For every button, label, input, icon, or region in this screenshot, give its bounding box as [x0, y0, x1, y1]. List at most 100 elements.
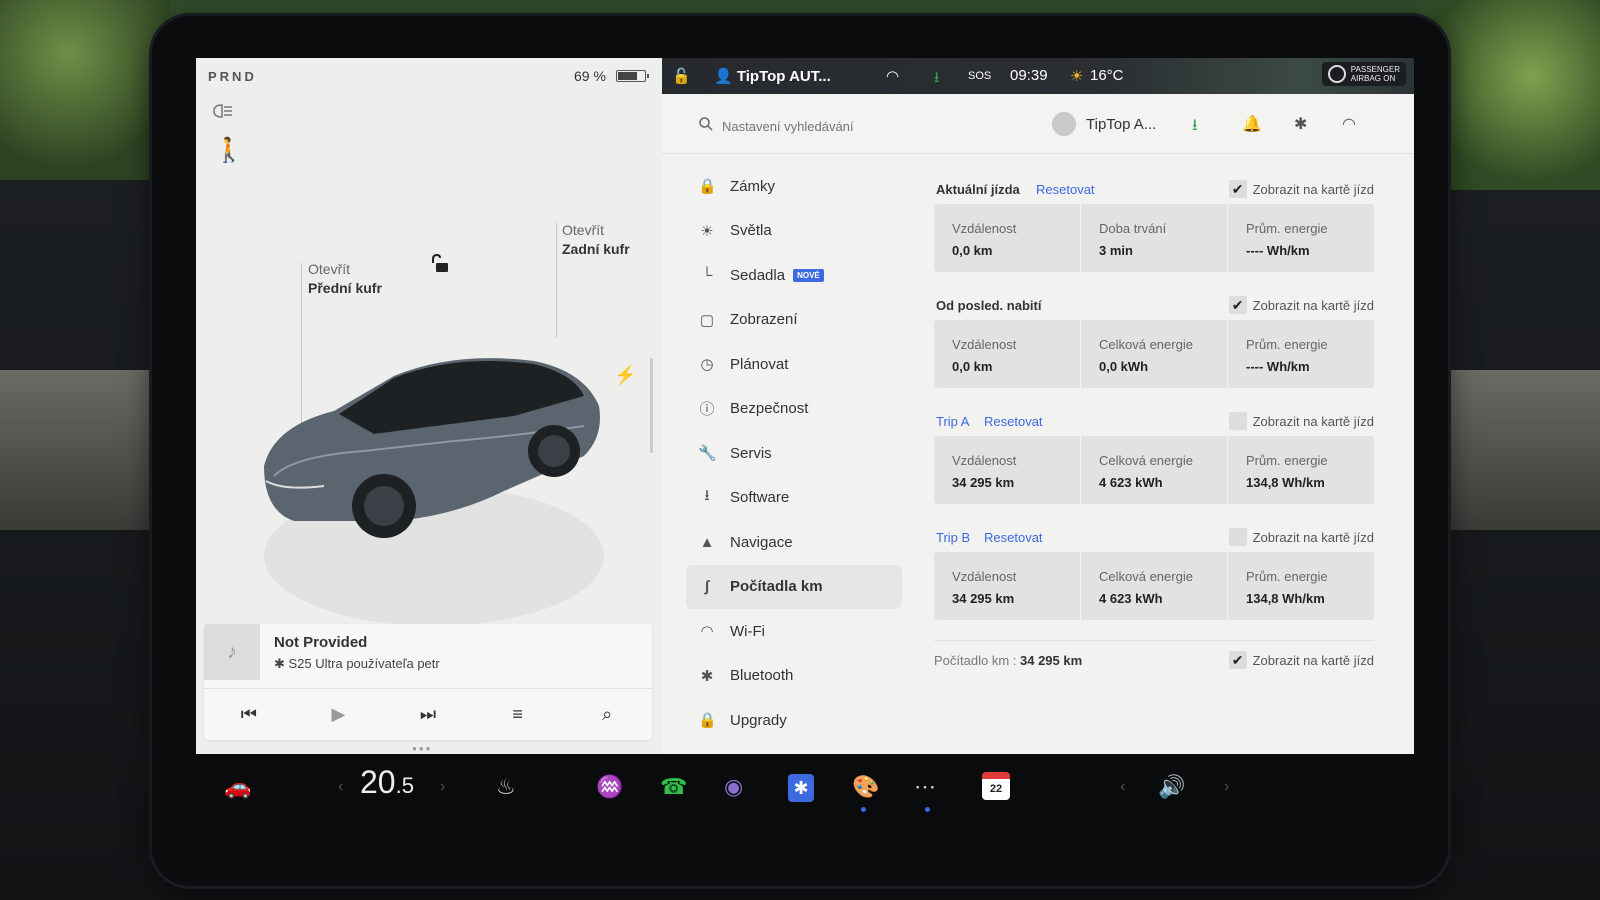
previous-track-icon[interactable]: ⏮: [234, 704, 264, 725]
menu-item-2[interactable]: └ Sedadla NOVÉ: [686, 253, 902, 298]
trip-section-header: Trip A Resetovat Zobrazit na kartě jízd: [934, 408, 1374, 436]
trip-title: Aktuální jízda: [936, 182, 1020, 197]
person-icon: 👤: [714, 68, 737, 85]
wifi-header-icon[interactable]: ◠: [1342, 114, 1356, 134]
trip-stat: Prům. energie 134,8 Wh/km: [1228, 436, 1374, 504]
schedule-icon: ◷: [700, 356, 714, 374]
menu-item-8[interactable]: ▲ Navigace: [686, 520, 902, 565]
equalizer-icon[interactable]: ≡: [503, 704, 533, 725]
play-icon[interactable]: ▶: [323, 704, 353, 725]
menu-item-11[interactable]: ✱ Bluetooth: [686, 654, 902, 699]
menu-item-0[interactable]: 🔒 Zámky: [686, 164, 902, 209]
frunk-action-label: Otevřít: [308, 261, 351, 277]
media-source-label: S25 Ultra používateľa petr: [288, 656, 440, 671]
odometer-label: Počítadlo km :: [934, 653, 1017, 668]
stat-value: ---- Wh/km: [1246, 243, 1310, 258]
display-icon: ▢: [699, 311, 715, 329]
trip-stats: Vzdálenost 34 295 km Celková energie 4 623 …: [934, 552, 1374, 620]
software-download-icon[interactable]: ⭳: [1192, 114, 1198, 141]
checkbox-icon: [1228, 412, 1247, 430]
unlock-icon[interactable]: [430, 254, 450, 274]
menu-item-5[interactable]: ⓘ Bezpečnost: [686, 387, 902, 432]
volume-increase-icon[interactable]: ›: [1224, 778, 1229, 796]
menu-item-1[interactable]: ☀ Světla: [686, 209, 902, 254]
profile-status[interactable]: 👤 TipTop AUT...: [714, 67, 831, 85]
active-app-dot: [861, 807, 866, 812]
sos-button[interactable]: SOS: [968, 70, 991, 82]
lock-status-icon[interactable]: 🔓: [672, 67, 691, 85]
more-apps-icon[interactable]: ⋯: [914, 774, 936, 800]
stat-label: Vzdálenost: [952, 337, 1017, 352]
calendar-icon[interactable]: 22: [982, 772, 1010, 800]
trip-stat: Vzdálenost 34 295 km: [934, 552, 1081, 620]
menu-item-3[interactable]: ▢ Zobrazení: [686, 298, 902, 343]
seat-icon: └: [701, 266, 713, 284]
bluetooth-app-icon[interactable]: ✱: [788, 774, 814, 802]
reset-button[interactable]: Resetovat: [984, 414, 1043, 429]
seat-heater-icon[interactable]: ♨: [496, 774, 516, 800]
background-foliage-left: [0, 0, 170, 180]
settings-header: TipTop A... ⭳ 🔔 ✱ ◠: [662, 94, 1414, 154]
trips-icon: ∫: [704, 578, 710, 596]
open-trunk-button[interactable]: Otevřít Zadní kufr: [562, 221, 630, 259]
bluetooth-header-icon[interactable]: ✱: [1294, 114, 1307, 134]
trip-stats: Vzdálenost 34 295 km Celková energie 4 623 …: [934, 436, 1374, 504]
trip-stat: Vzdálenost 34 295 km: [934, 436, 1081, 504]
touchscreen: PRND 69 % 🚶 Otevřít Přední kufr Otevřít …: [196, 58, 1414, 754]
trip-stats: Vzdálenost 0,0 km Celková energie 0,0 kWh Pr…: [934, 320, 1374, 388]
download-icon[interactable]: ⭳: [934, 67, 939, 92]
temp-increase-icon[interactable]: ›: [440, 778, 445, 796]
reset-button[interactable]: Resetovat: [1036, 182, 1095, 197]
open-frunk-button[interactable]: Otevřít Přední kufr: [308, 260, 382, 298]
menu-item-10[interactable]: ◠ Wi-Fi: [686, 609, 902, 654]
next-track-icon[interactable]: ⏭: [413, 704, 443, 725]
panel-scrollbar[interactable]: [650, 358, 653, 453]
odometer-row: Počítadlo km : 34 295 km ✔ Zobrazit na kar…: [934, 640, 1374, 670]
show-on-trip-card-checkbox[interactable]: Zobrazit na kartě jízd: [1228, 412, 1374, 430]
menu-item-7[interactable]: ⭳ Software: [686, 476, 902, 521]
car-icon[interactable]: 🚗: [224, 774, 251, 800]
trips-panel: Aktuální jízda Resetovat ✔ Zobrazit na kart…: [934, 176, 1374, 670]
cabin-temperature[interactable]: 20.5: [360, 764, 414, 801]
checkbox-icon: ✔: [1228, 296, 1247, 314]
menu-item-9[interactable]: ∫ Počítadla km: [686, 564, 902, 609]
phone-icon[interactable]: ☎: [660, 774, 687, 800]
menu-item-12[interactable]: 🔒 Upgrady: [686, 698, 902, 743]
checkbox-label: Zobrazit na kartě jízd: [1252, 529, 1374, 545]
menu-item-4[interactable]: ◷ Plánovat: [686, 342, 902, 387]
odometer-show-checkbox[interactable]: ✔ Zobrazit na kartě jízd: [1228, 651, 1374, 669]
toybox-icon[interactable]: 🎨: [852, 774, 879, 800]
volume-decrease-icon[interactable]: ‹: [1120, 778, 1125, 796]
trip-stats: Vzdálenost 0,0 km Doba trvání 3 min Prům. en…: [934, 204, 1374, 272]
clock: 09:39: [1010, 67, 1048, 84]
stat-label: Prům. energie: [1246, 569, 1328, 584]
camera-icon[interactable]: ◉: [724, 774, 743, 800]
trunk-label: Zadní kufr: [562, 241, 630, 257]
trip-section-header: Aktuální jízda Resetovat ✔ Zobrazit na kart…: [934, 176, 1374, 204]
show-on-trip-card-checkbox[interactable]: ✔ Zobrazit na kartě jízd: [1228, 180, 1374, 198]
stat-label: Prům. energie: [1246, 221, 1328, 236]
checkbox-label: Zobrazit na kartě jízd: [1252, 297, 1374, 313]
settings-search-input[interactable]: [692, 114, 992, 138]
temp-decrease-icon[interactable]: ‹: [338, 778, 343, 796]
show-on-trip-card-checkbox[interactable]: Zobrazit na kartě jízd: [1228, 528, 1374, 546]
bell-icon[interactable]: 🔔: [1242, 114, 1262, 134]
trip-stat: Doba trvání 3 min: [1081, 204, 1228, 272]
menu-item-label: Plánovat: [730, 355, 789, 373]
charge-port-icon[interactable]: ⚡: [614, 365, 636, 386]
volume-icon[interactable]: 🔊: [1158, 774, 1185, 800]
media-search-icon[interactable]: ⌕: [592, 704, 622, 725]
dashboard-trim-right: [1430, 370, 1600, 530]
profile-button[interactable]: TipTop A...: [1052, 112, 1156, 136]
trip-stat: Celková energie 4 623 kWh: [1081, 436, 1228, 504]
show-on-trip-card-checkbox[interactable]: ✔ Zobrazit na kartě jízd: [1228, 296, 1374, 314]
menu-item-label: Počítadla km: [730, 578, 823, 596]
lock-icon: 🔒: [698, 178, 717, 196]
profile-name-label: TipTop A...: [1086, 115, 1157, 133]
defrost-icon[interactable]: ♒: [596, 774, 623, 800]
seatbelt-warning-icon: 🚶: [214, 137, 244, 164]
trunk-action-label: Otevřít: [562, 222, 605, 238]
menu-item-6[interactable]: 🔧 Servis: [686, 431, 902, 476]
reset-button[interactable]: Resetovat: [984, 530, 1043, 545]
page-dots: ●●●: [412, 744, 433, 753]
